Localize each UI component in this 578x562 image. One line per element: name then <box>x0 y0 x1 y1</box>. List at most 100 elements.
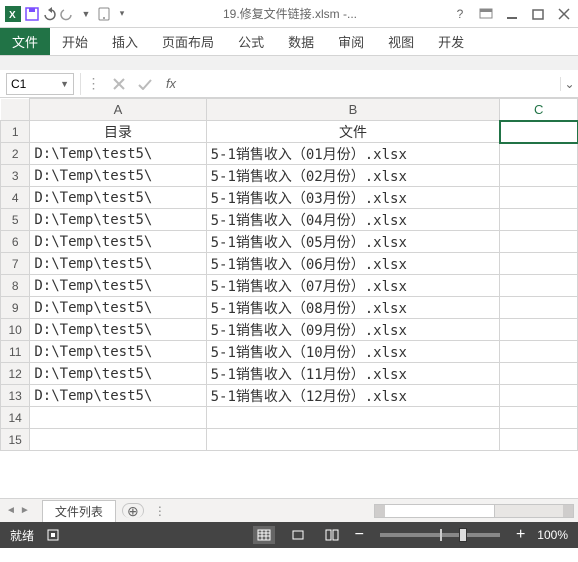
zoom-value[interactable]: 100% <box>537 528 568 542</box>
row-header[interactable]: 5 <box>1 209 30 231</box>
cell[interactable] <box>206 407 500 429</box>
cell[interactable]: D:\Temp\test5\ <box>30 297 206 319</box>
cell[interactable]: 5-1销售收入（07月份）.xlsx <box>206 275 500 297</box>
view-page-layout-icon[interactable] <box>287 526 309 544</box>
cell[interactable] <box>500 143 578 165</box>
close-icon[interactable] <box>554 6 574 22</box>
row-header[interactable]: 1 <box>1 121 30 143</box>
cell[interactable] <box>30 407 206 429</box>
row-header[interactable]: 4 <box>1 187 30 209</box>
cell[interactable]: 5-1销售收入（01月份）.xlsx <box>206 143 500 165</box>
tab-home[interactable]: 开始 <box>50 28 100 55</box>
cell[interactable] <box>500 363 578 385</box>
cell[interactable] <box>500 187 578 209</box>
cell[interactable] <box>500 341 578 363</box>
sheet-nav-prev-icon[interactable]: ◄ <box>6 505 16 516</box>
cell[interactable] <box>500 209 578 231</box>
cell[interactable]: 文件 <box>206 121 500 143</box>
cell[interactable]: D:\Temp\test5\ <box>30 385 206 407</box>
column-header-a[interactable]: A <box>30 99 206 121</box>
cell[interactable] <box>500 385 578 407</box>
cell[interactable]: D:\Temp\test5\ <box>30 253 206 275</box>
cell[interactable]: 5-1销售收入（03月份）.xlsx <box>206 187 500 209</box>
cell[interactable] <box>30 429 206 451</box>
cell[interactable]: 5-1销售收入（10月份）.xlsx <box>206 341 500 363</box>
row-header[interactable]: 10 <box>1 319 30 341</box>
tab-file[interactable]: 文件 <box>0 28 50 55</box>
row-header[interactable]: 11 <box>1 341 30 363</box>
row-header[interactable]: 9 <box>1 297 30 319</box>
zoom-out-icon[interactable]: − <box>355 530 364 540</box>
cell[interactable]: D:\Temp\test5\ <box>30 187 206 209</box>
qat-customize-icon[interactable]: ▼ <box>78 6 94 22</box>
view-page-break-icon[interactable] <box>321 526 343 544</box>
row-header[interactable]: 7 <box>1 253 30 275</box>
horizontal-scrollbar[interactable] <box>374 504 574 518</box>
cell[interactable] <box>500 231 578 253</box>
cell[interactable]: 5-1销售收入（06月份）.xlsx <box>206 253 500 275</box>
cell[interactable]: 5-1销售收入（04月份）.xlsx <box>206 209 500 231</box>
worksheet-grid[interactable]: A B C 1目录文件2D:\Temp\test5\5-1销售收入（01月份）.… <box>0 98 578 451</box>
cell[interactable] <box>500 253 578 275</box>
cell[interactable]: 5-1销售收入（02月份）.xlsx <box>206 165 500 187</box>
undo-icon[interactable] <box>42 6 58 22</box>
column-header-c[interactable]: C <box>500 99 578 121</box>
zoom-slider[interactable] <box>380 533 500 537</box>
enter-icon[interactable] <box>132 73 158 95</box>
row-header[interactable]: 15 <box>1 429 30 451</box>
cell[interactable] <box>500 429 578 451</box>
cell[interactable]: 5-1销售收入（11月份）.xlsx <box>206 363 500 385</box>
help-icon[interactable]: ? <box>450 6 470 22</box>
column-header-b[interactable]: B <box>206 99 500 121</box>
cell[interactable]: 5-1销售收入（09月份）.xlsx <box>206 319 500 341</box>
macro-record-icon[interactable] <box>46 528 60 542</box>
row-header[interactable]: 13 <box>1 385 30 407</box>
formula-input[interactable] <box>190 73 560 95</box>
fx-icon[interactable]: fx <box>158 73 184 95</box>
cell[interactable]: 5-1销售收入（12月份）.xlsx <box>206 385 500 407</box>
active-cell[interactable] <box>500 121 578 143</box>
minimize-icon[interactable] <box>502 6 522 22</box>
cell[interactable] <box>500 319 578 341</box>
zoom-in-icon[interactable]: + <box>516 530 525 540</box>
row-header[interactable]: 6 <box>1 231 30 253</box>
tab-insert[interactable]: 插入 <box>100 28 150 55</box>
save-icon[interactable] <box>24 6 40 22</box>
sheet-nav-next-icon[interactable]: ► <box>20 505 30 516</box>
formula-expand-icon[interactable]: ⌄ <box>560 77 578 91</box>
name-box[interactable]: C1 ▼ <box>6 73 74 95</box>
cell[interactable]: 5-1销售收入（05月份）.xlsx <box>206 231 500 253</box>
tab-layout[interactable]: 页面布局 <box>150 28 226 55</box>
cell[interactable]: D:\Temp\test5\ <box>30 363 206 385</box>
cell[interactable]: D:\Temp\test5\ <box>30 209 206 231</box>
tab-view[interactable]: 视图 <box>376 28 426 55</box>
row-header[interactable]: 2 <box>1 143 30 165</box>
cell[interactable]: D:\Temp\test5\ <box>30 165 206 187</box>
cell[interactable]: D:\Temp\test5\ <box>30 341 206 363</box>
view-normal-icon[interactable] <box>253 526 275 544</box>
cell[interactable]: D:\Temp\test5\ <box>30 319 206 341</box>
tab-scroll-dots-icon[interactable]: ⋮ <box>154 504 166 518</box>
cell[interactable]: D:\Temp\test5\ <box>30 275 206 297</box>
cell[interactable]: D:\Temp\test5\ <box>30 231 206 253</box>
name-box-dropdown-icon[interactable]: ▼ <box>60 79 69 89</box>
row-header[interactable]: 14 <box>1 407 30 429</box>
row-header[interactable]: 12 <box>1 363 30 385</box>
touch-mode-icon[interactable] <box>96 6 112 22</box>
maximize-icon[interactable] <box>528 6 548 22</box>
tab-data[interactable]: 数据 <box>276 28 326 55</box>
cell[interactable] <box>500 275 578 297</box>
cell[interactable] <box>500 165 578 187</box>
cell[interactable]: D:\Temp\test5\ <box>30 143 206 165</box>
sheet-tab-active[interactable]: 文件列表 <box>42 500 116 522</box>
row-header[interactable]: 8 <box>1 275 30 297</box>
cell-functions-icon[interactable]: ⋮ <box>80 73 106 95</box>
cancel-icon[interactable] <box>106 73 132 95</box>
tab-review[interactable]: 审阅 <box>326 28 376 55</box>
cell[interactable] <box>206 429 500 451</box>
redo-icon[interactable] <box>60 6 76 22</box>
select-all-corner[interactable] <box>1 99 30 121</box>
cell[interactable]: 目录 <box>30 121 206 143</box>
cell[interactable] <box>500 407 578 429</box>
qat-divider-icon[interactable]: ▾ <box>114 6 130 22</box>
